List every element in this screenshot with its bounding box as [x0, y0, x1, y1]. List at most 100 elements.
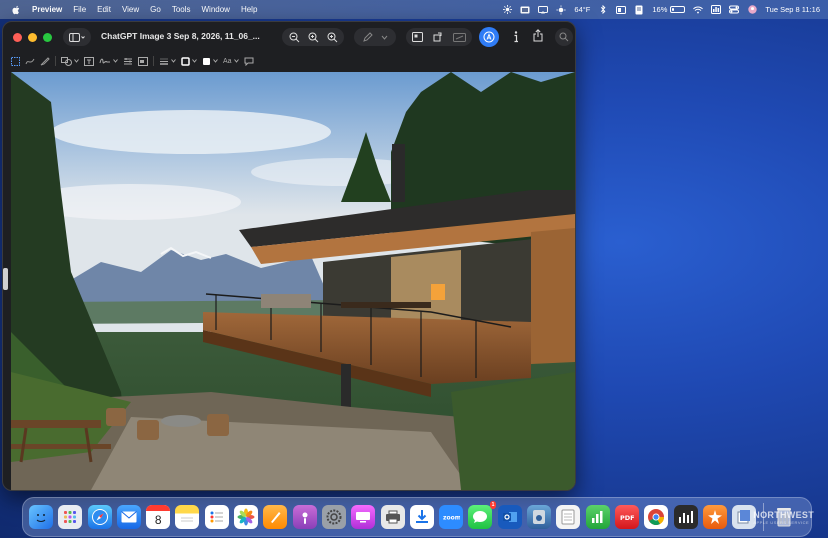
- speech-bubble-icon: [244, 57, 254, 66]
- markup-button[interactable]: [354, 28, 396, 46]
- dock-screen-app-icon[interactable]: [351, 505, 376, 529]
- document-image[interactable]: [11, 72, 575, 490]
- minimize-button[interactable]: [28, 32, 37, 42]
- sketch-tool[interactable]: [25, 55, 35, 67]
- screen-mirroring-icon[interactable]: [538, 5, 549, 15]
- battery-status[interactable]: 16%: [652, 5, 686, 14]
- menu-help[interactable]: Help: [241, 5, 257, 14]
- dock-calendar-icon[interactable]: 8: [146, 505, 171, 529]
- chevron-down-icon: [171, 59, 176, 63]
- menu-view[interactable]: View: [122, 5, 139, 14]
- dock-downloads-icon[interactable]: [409, 505, 434, 529]
- sidebar-icon: [69, 32, 85, 42]
- dock-system-settings-icon[interactable]: [321, 505, 346, 529]
- border-color-tool[interactable]: [181, 55, 197, 67]
- dock-finder-icon[interactable]: [29, 505, 53, 529]
- draw-icon: [40, 56, 50, 65]
- dock-mail-icon[interactable]: [116, 505, 141, 529]
- dock-reminders-icon[interactable]: [204, 505, 229, 529]
- zoom-in-icon[interactable]: [308, 32, 319, 43]
- shape-style-tool[interactable]: [159, 55, 176, 67]
- dock-notes-icon[interactable]: [175, 505, 200, 529]
- document-icon[interactable]: [634, 5, 644, 15]
- annotate-tool[interactable]: [244, 55, 254, 67]
- window-titlebar[interactable]: ChatGPT Image 3 Sep 8, 2026, 11_06_...: [3, 22, 575, 52]
- tv-remote-icon[interactable]: [616, 5, 627, 15]
- highlight-button[interactable]: [479, 27, 499, 47]
- dock-zoom-icon[interactable]: zoom: [439, 505, 464, 529]
- share-icon: [533, 29, 543, 42]
- sign-tool[interactable]: [99, 55, 118, 67]
- bluetooth-icon[interactable]: [598, 5, 608, 15]
- close-button[interactable]: [13, 32, 22, 42]
- dock-launchpad-icon[interactable]: [58, 505, 83, 529]
- battery-icon: [670, 6, 686, 13]
- menu-window[interactable]: Window: [202, 5, 230, 14]
- apple-menu-icon[interactable]: [12, 5, 22, 15]
- dock-outlook-icon[interactable]: [497, 505, 522, 529]
- menu-go[interactable]: Go: [150, 5, 161, 14]
- dock-podcasts-icon[interactable]: [292, 505, 317, 529]
- info-button[interactable]: [513, 30, 519, 48]
- crop-icon[interactable]: [412, 32, 423, 42]
- text-box-tool[interactable]: [84, 55, 94, 67]
- chevron-down-icon: [192, 59, 197, 63]
- chevron-down-icon: [213, 59, 218, 63]
- istat-menu-icon[interactable]: [711, 5, 722, 15]
- messages-badge: 1: [489, 501, 497, 509]
- text-style-tool[interactable]: Aa: [223, 55, 239, 67]
- dock-chrome-icon[interactable]: [644, 505, 669, 529]
- dock-stats-icon[interactable]: [673, 505, 698, 529]
- user-avatar-icon[interactable]: [747, 5, 757, 15]
- dock-document-icon[interactable]: [556, 505, 581, 529]
- markup-toolbar: Aa: [3, 52, 575, 70]
- draw-tool[interactable]: [40, 55, 50, 67]
- adjust-size-icon: [138, 56, 148, 66]
- fill-color-tool[interactable]: [202, 55, 218, 67]
- menu-file[interactable]: File: [73, 5, 86, 14]
- fullscreen-button[interactable]: [43, 32, 52, 42]
- dock-disk-utility-icon[interactable]: [527, 505, 552, 529]
- weather-temp[interactable]: 64°F: [574, 5, 590, 14]
- search-button[interactable]: [555, 28, 573, 46]
- search-icon: [559, 32, 569, 42]
- brightness-icon[interactable]: [502, 5, 512, 15]
- adjust-size-tool[interactable]: [138, 55, 148, 67]
- weather-icon[interactable]: [556, 5, 566, 15]
- dock-printer-icon[interactable]: [380, 505, 405, 529]
- sidebar-toggle-button[interactable]: [63, 28, 91, 46]
- dock-photos-icon[interactable]: [234, 505, 259, 529]
- selection-tool[interactable]: [11, 55, 20, 67]
- dock: 8 zoom 1 PDF: [22, 497, 812, 537]
- zoom-fit-icon[interactable]: [327, 32, 338, 43]
- menu-edit[interactable]: Edit: [97, 5, 111, 14]
- menu-tools[interactable]: Tools: [172, 5, 191, 14]
- redact-icon[interactable]: [453, 32, 466, 42]
- sidebar-resize-handle[interactable]: [3, 268, 8, 290]
- screen-capture-icon[interactable]: [520, 5, 530, 15]
- highlight-icon: [483, 31, 495, 43]
- dock-pdf-app-icon[interactable]: PDF: [614, 505, 639, 529]
- dock-numbers-icon[interactable]: [585, 505, 610, 529]
- rotate-icon[interactable]: [433, 32, 443, 42]
- shapes-tool[interactable]: [61, 55, 79, 67]
- wifi-icon[interactable]: [693, 5, 704, 15]
- calendar-day: 8: [154, 512, 162, 527]
- adjust-color-tool[interactable]: [123, 55, 133, 67]
- battery-fill: [672, 8, 675, 11]
- traffic-lights: [13, 32, 52, 42]
- window-title: ChatGPT Image 3 Sep 8, 2026, 11_06_...: [101, 31, 260, 41]
- dock-pages-icon[interactable]: [263, 505, 288, 529]
- menu-extras: 64°F 16% Tue Sep 8 11:16: [502, 0, 820, 19]
- dock-burst-app-icon[interactable]: [702, 505, 727, 529]
- share-button[interactable]: [533, 29, 543, 47]
- dock-messages-icon[interactable]: 1: [468, 501, 497, 529]
- control-center-icon[interactable]: [729, 5, 740, 15]
- toolbar-separator: [153, 56, 154, 66]
- zoom-out-icon[interactable]: [289, 32, 300, 43]
- rect-selection-icon: [11, 56, 20, 66]
- dock-safari-icon[interactable]: [87, 505, 112, 529]
- menu-app-name[interactable]: Preview: [32, 5, 62, 14]
- watermark-title: NORTHWEST: [753, 510, 814, 520]
- menubar-clock[interactable]: Tue Sep 8 11:16: [765, 5, 820, 14]
